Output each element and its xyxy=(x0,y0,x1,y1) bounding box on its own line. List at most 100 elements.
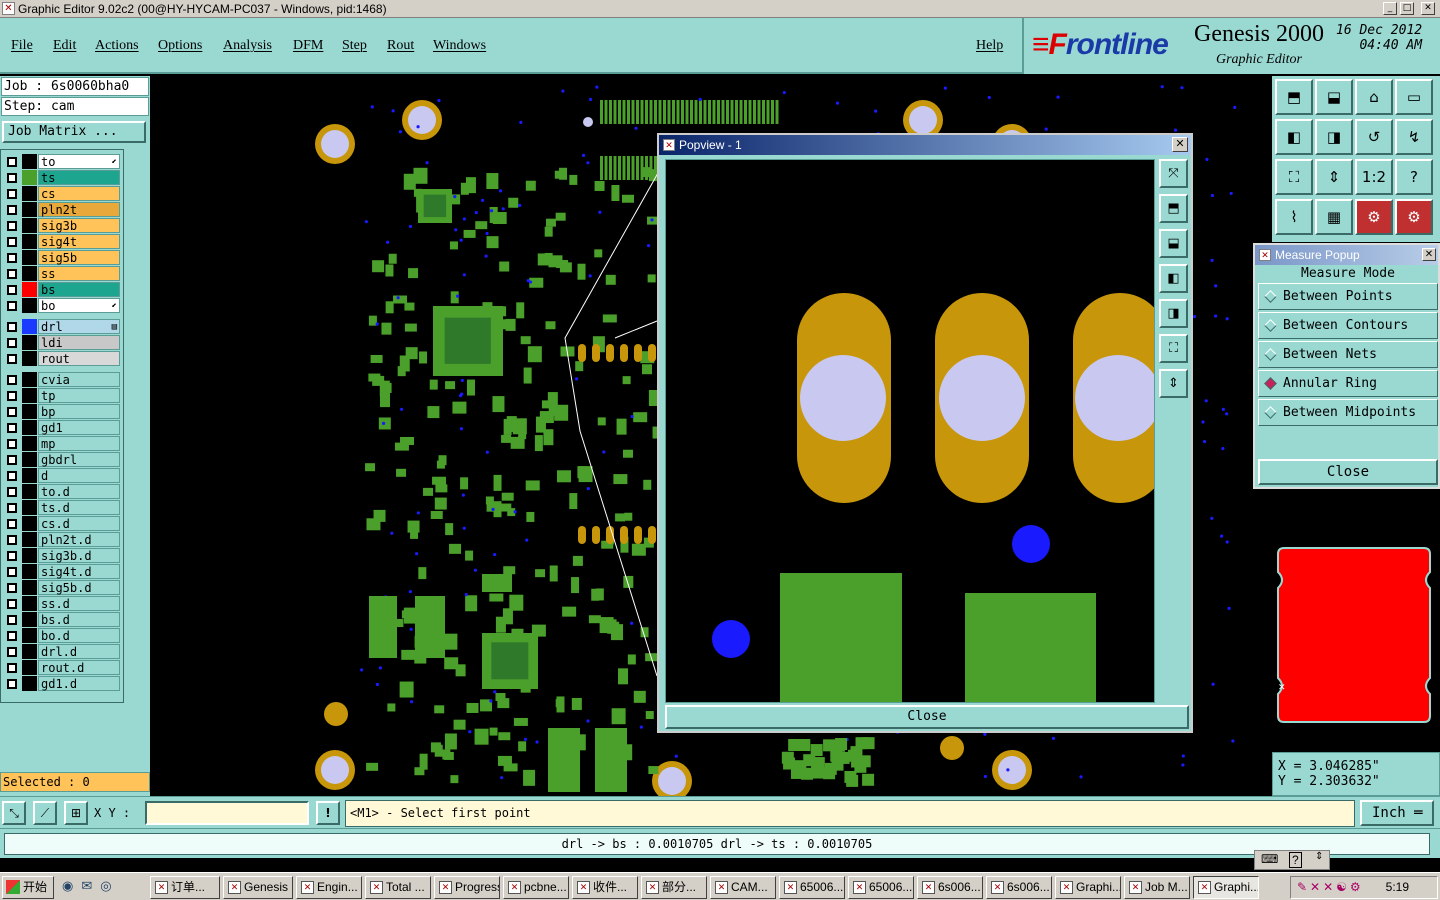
menu-options[interactable]: Options xyxy=(158,38,202,54)
layer-row-ts[interactable]: ts xyxy=(3,170,121,185)
radio-diamond-icon[interactable] xyxy=(1264,377,1277,390)
menu-step[interactable]: Step xyxy=(342,38,367,54)
layer-name[interactable]: bo.d xyxy=(38,628,120,643)
layer-checkbox[interactable] xyxy=(7,322,17,332)
layer-name[interactable]: sig5b xyxy=(38,250,120,265)
close-window-button[interactable]: ✕ xyxy=(1421,2,1435,15)
minimize-button[interactable]: _ xyxy=(1383,2,1397,15)
view-tool-icon[interactable]: ↺ xyxy=(1355,119,1393,155)
taskbar-item[interactable]: ✕ Progress xyxy=(434,876,500,899)
layer-row-ldi[interactable]: ldi xyxy=(3,335,121,350)
measure-option[interactable]: Between Contours xyxy=(1258,312,1438,339)
menu-analysis[interactable]: Analysis xyxy=(223,38,272,54)
layer-checkbox[interactable] xyxy=(7,407,17,417)
layer-name[interactable]: gd1 xyxy=(38,420,120,435)
layer-checkbox[interactable] xyxy=(7,455,17,465)
menu-windows[interactable]: Windows xyxy=(433,38,486,54)
layer-checkbox[interactable] xyxy=(7,301,17,311)
layer-row-rout.d[interactable]: rout.d xyxy=(3,660,121,675)
view-tool-icon[interactable]: ↯ xyxy=(1395,119,1433,155)
view-tool-icon[interactable]: ⌇ xyxy=(1275,199,1313,235)
layer-name[interactable]: rout xyxy=(38,351,120,366)
layer-name[interactable]: bo ⬋ xyxy=(38,298,120,313)
popview-tool-icon[interactable]: ◧ xyxy=(1159,264,1188,293)
layer-checkbox[interactable] xyxy=(7,391,17,401)
layer-row-pln2t[interactable]: pln2t xyxy=(3,202,121,217)
view-tool-icon[interactable]: ⌂ xyxy=(1355,79,1393,115)
layer-name[interactable]: bp xyxy=(38,404,120,419)
layer-name[interactable]: tp xyxy=(38,388,120,403)
taskbar-item[interactable]: ✕ Graphi... xyxy=(1193,876,1259,899)
measure-close-icon[interactable]: ✕ xyxy=(1422,248,1436,261)
menu-help[interactable]: Help xyxy=(976,38,1003,54)
grid-snap-icon[interactable]: ⊞ xyxy=(64,801,88,825)
input-method-bar[interactable]: ⌨ ? ⇕ xyxy=(1254,850,1330,870)
layer-row-rout[interactable]: rout xyxy=(3,351,121,366)
layer-row-to.d[interactable]: to.d xyxy=(3,484,121,499)
layer-name[interactable]: ss.d xyxy=(38,596,120,611)
taskbar-item[interactable]: ✕ Engin... xyxy=(296,876,362,899)
view-tool-icon[interactable]: ⚙ xyxy=(1395,199,1433,235)
layer-name[interactable]: ss xyxy=(38,266,120,281)
view-tool-icon[interactable]: ⬓ xyxy=(1315,79,1353,115)
chevron-updown-icon[interactable]: ⇕ xyxy=(1315,851,1323,862)
layer-row-tp[interactable]: tp xyxy=(3,388,121,403)
layer-checkbox[interactable] xyxy=(7,663,17,673)
layer-name[interactable]: gd1.d xyxy=(38,676,120,691)
layer-name[interactable]: sig4t xyxy=(38,234,120,249)
layer-name[interactable]: sig3b xyxy=(38,218,120,233)
measure-option[interactable]: Between Midpoints xyxy=(1258,399,1438,426)
layer-row-sig3b[interactable]: sig3b xyxy=(3,218,121,233)
view-tool-icon[interactable]: ⚙ xyxy=(1355,199,1393,235)
keyboard-icon[interactable]: ⌨ xyxy=(1261,852,1278,866)
layer-checkbox[interactable] xyxy=(7,375,17,385)
taskbar-item[interactable]: ✕ 65006... xyxy=(848,876,914,899)
layer-checkbox[interactable] xyxy=(7,583,17,593)
layer-name[interactable]: drl.d xyxy=(38,644,120,659)
layer-row-sig5b.d[interactable]: sig5b.d xyxy=(3,580,121,595)
layer-row-bs[interactable]: bs xyxy=(3,282,121,297)
popview-close-icon[interactable]: ✕ xyxy=(1172,137,1188,152)
layer-name[interactable]: bs xyxy=(38,282,120,297)
layer-row-bo.d[interactable]: bo.d xyxy=(3,628,121,643)
layer-row-cs.d[interactable]: cs.d xyxy=(3,516,121,531)
layer-row-sig4t[interactable]: sig4t xyxy=(3,234,121,249)
layer-checkbox[interactable] xyxy=(7,221,17,231)
taskbar-item[interactable]: ✕ Total ... xyxy=(365,876,431,899)
layer-row-gd1.d[interactable]: gd1.d xyxy=(3,676,121,691)
radio-diamond-icon[interactable] xyxy=(1264,406,1277,419)
layer-row-gd1[interactable]: gd1 xyxy=(3,420,121,435)
layer-name[interactable]: drl ▤ xyxy=(38,319,120,334)
layer-name[interactable]: gbdrl xyxy=(38,452,120,467)
layer-checkbox[interactable] xyxy=(7,205,17,215)
menu-edit[interactable]: Edit xyxy=(53,38,76,54)
layer-name[interactable]: to.d xyxy=(38,484,120,499)
quick-launch-icons[interactable]: ◉✉◎ xyxy=(62,878,120,894)
view-tool-icon[interactable]: ? xyxy=(1395,159,1433,195)
layer-checkbox[interactable] xyxy=(7,519,17,529)
layer-name[interactable]: ldi xyxy=(38,335,120,350)
taskbar-item[interactable]: ✕ 6s006... xyxy=(986,876,1052,899)
popview-zoom-view[interactable] xyxy=(666,160,1155,703)
view-tool-icon[interactable]: ⬒ xyxy=(1275,79,1313,115)
alert-icon[interactable]: ! xyxy=(316,801,340,825)
layer-name[interactable]: sig4t.d xyxy=(38,564,120,579)
layer-checkbox[interactable] xyxy=(7,535,17,545)
layer-name[interactable]: sig5b.d xyxy=(38,580,120,595)
layer-row-sig4t.d[interactable]: sig4t.d xyxy=(3,564,121,579)
taskbar-item[interactable]: ✕ 6s006... xyxy=(917,876,983,899)
view-tool-icon[interactable]: ⛶ xyxy=(1275,159,1313,195)
layer-row-cvia[interactable]: cvia xyxy=(3,372,121,387)
popview-tool-icon[interactable]: ◨ xyxy=(1159,299,1188,328)
measure-titlebar[interactable]: ✕ Measure Popup ✕ xyxy=(1255,245,1438,265)
taskbar-item[interactable]: ✕ 订单... xyxy=(150,876,220,899)
layer-checkbox[interactable] xyxy=(7,269,17,279)
radio-diamond-icon[interactable] xyxy=(1264,348,1277,361)
radio-diamond-icon[interactable] xyxy=(1264,319,1277,332)
layer-checkbox[interactable] xyxy=(7,439,17,449)
popview-tool-icon[interactable]: ⛶ xyxy=(1159,334,1188,363)
taskbar-item[interactable]: ✕ Graphi... xyxy=(1055,876,1121,899)
radio-diamond-icon[interactable] xyxy=(1264,290,1277,303)
layer-name[interactable]: mp xyxy=(38,436,120,451)
layer-checkbox[interactable] xyxy=(7,599,17,609)
